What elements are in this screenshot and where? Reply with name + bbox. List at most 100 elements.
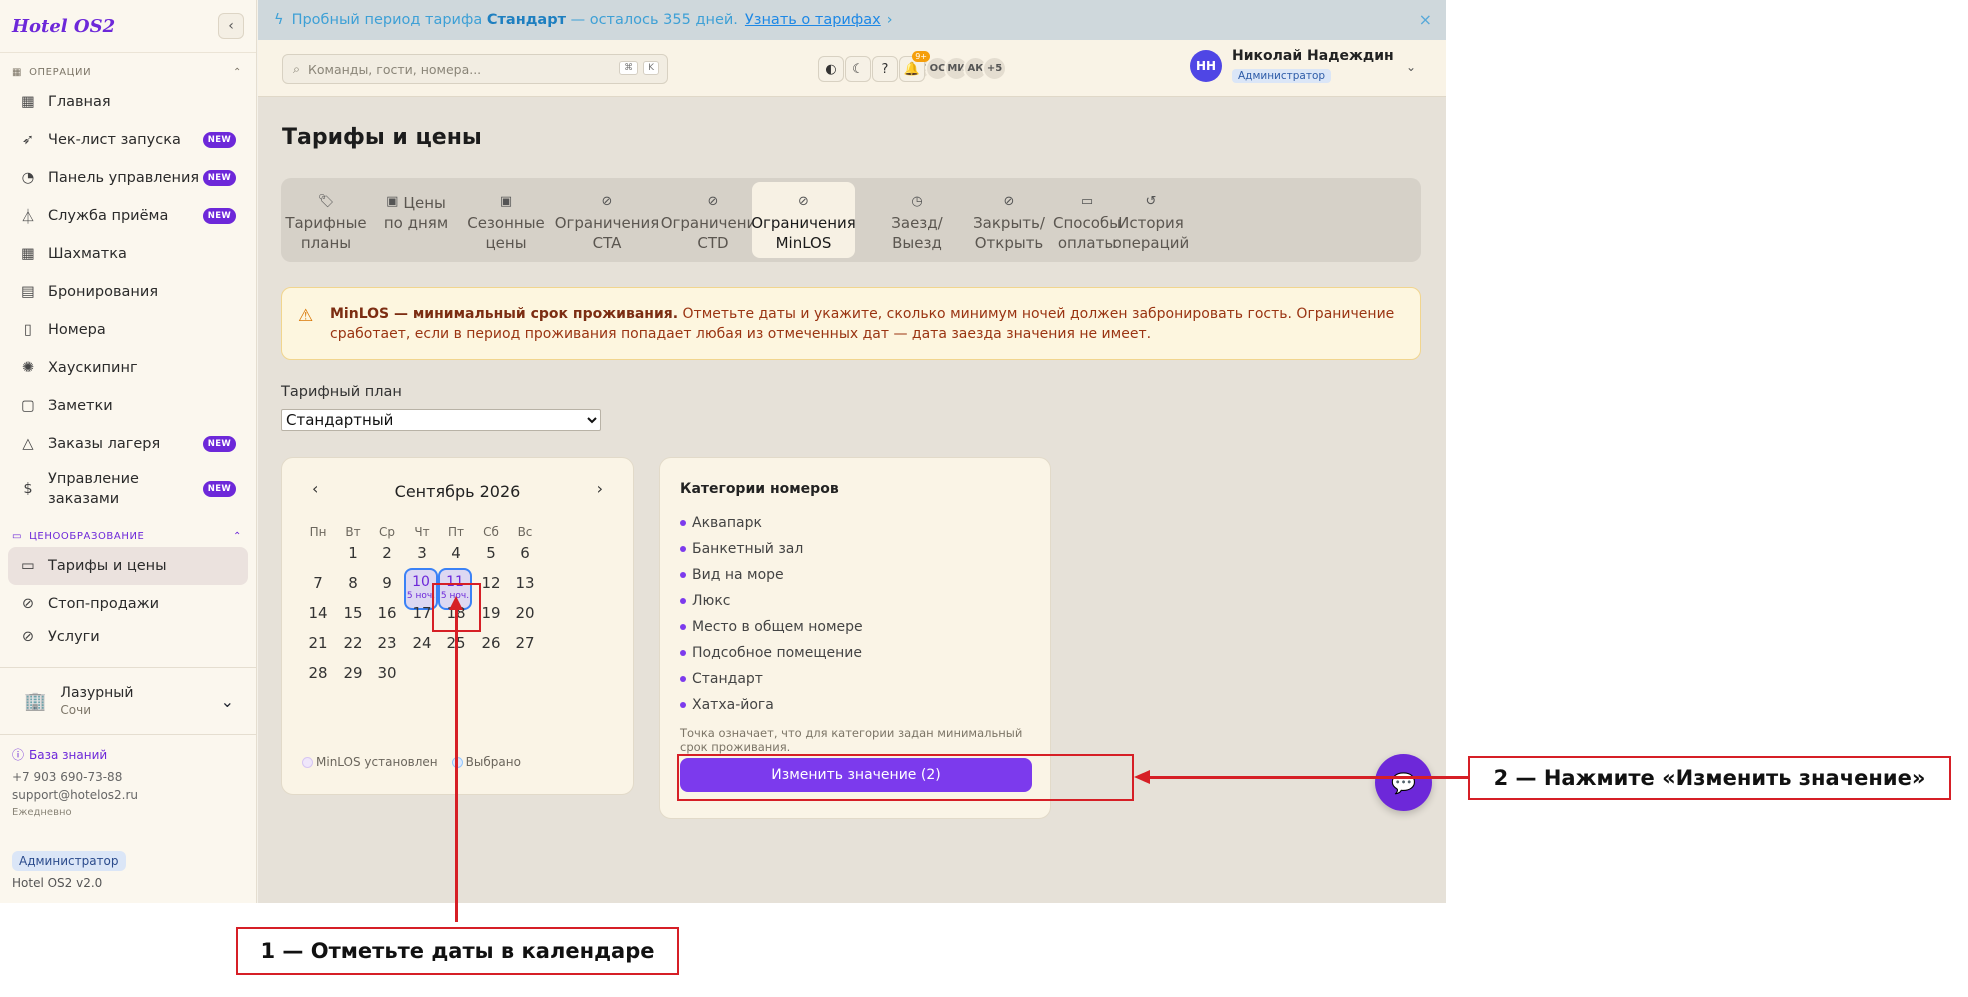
category-item: Место в общем номере	[680, 614, 863, 640]
tabs-bar: 🏷 Тарифные планы ▣ Цены по дням ▣ Сезонные цены ⊘…	[281, 178, 1421, 262]
note-icon: ▢	[21, 398, 35, 414]
palette-icon[interactable]: ◐	[818, 56, 844, 82]
new-badge: NEW	[202, 436, 236, 452]
categories-note: Точка означает, что для категории задан …	[680, 726, 1023, 754]
chevron-down-icon: ⌄	[220, 691, 234, 711]
close-banner-button[interactable]: ×	[1419, 10, 1432, 29]
ban-icon: ⊘	[798, 194, 809, 209]
category-item: Аквапарк	[680, 510, 863, 536]
dollar-icon: $	[23, 481, 33, 497]
card-icon: ▭	[1080, 194, 1094, 209]
card-icon: ▭	[12, 530, 23, 542]
collapse-sidebar-button[interactable]: ‹	[218, 13, 244, 39]
sidebar: Hotel OS2 ‹ ▦ ОПЕРАЦИИ ⌃ ▦ Главная ➶ Чек-лис…	[0, 0, 257, 903]
new-badge: NEW	[202, 481, 236, 497]
section-operations[interactable]: ▦ ОПЕРАЦИИ ⌃	[0, 61, 256, 83]
calendar-icon: ▣	[499, 194, 513, 209]
sidebar-item-2[interactable]: ➶ Чек-лист запуска NEW	[0, 121, 256, 159]
tab-1[interactable]: 🏷 Тарифные планы	[285, 182, 367, 258]
sidebar-header: Hotel OS2 ‹	[0, 0, 256, 53]
tab-5[interactable]: ⊘ Ограничения CTD	[661, 182, 766, 258]
sidebar-item-7[interactable]: ▯ Номера	[0, 311, 256, 349]
tent-icon: △	[22, 436, 34, 452]
new-badge: NEW	[202, 132, 236, 148]
sidebar-item-11[interactable]: $ Управление заказами NEW	[0, 463, 256, 515]
calendar-day[interactable]: 30	[367, 656, 407, 692]
category-item: Хатха-йога	[680, 692, 863, 718]
app-logo: Hotel OS2	[12, 15, 116, 37]
search-input[interactable]: ⌕ Команды, гости, номера... ⌘ K	[282, 54, 668, 84]
tab-3[interactable]: ▣ Сезонные цены	[464, 182, 548, 258]
chevron-down-icon[interactable]: ⌄	[1406, 60, 1416, 74]
chat-icon: 💬	[1391, 770, 1416, 795]
gauge-icon: ◔	[21, 170, 35, 186]
arrowhead-1	[449, 596, 463, 610]
hotel-switcher[interactable]: 🏢 Лазурный Сочи ⌄	[0, 667, 256, 735]
tab-2[interactable]: ▣ Цены по дням	[375, 182, 457, 258]
category-item: Подсобное помещение	[680, 640, 863, 666]
bell-icon[interactable]: 🔔 9+	[899, 51, 930, 82]
grid-icon: ▦	[12, 66, 23, 78]
user-menu[interactable]: НН Николай Надеждин Администратор	[1190, 48, 1394, 83]
annotation-arrow-1	[455, 600, 458, 922]
bullet-dot	[680, 546, 686, 552]
sidebar-item-3[interactable]: ◔ Панель управления NEW	[0, 159, 256, 197]
calendar-day[interactable]: 27	[505, 626, 545, 662]
bullet-dot	[680, 520, 686, 526]
category-item: Люкс	[680, 588, 863, 614]
help-icon[interactable]: ?	[872, 56, 898, 82]
avatar-more[interactable]: +5	[982, 56, 1007, 81]
avatar: НН	[1190, 49, 1222, 82]
sidebar-item-1[interactable]: ▦ Главная	[0, 83, 256, 121]
ban-icon: ⊘	[21, 596, 35, 612]
sidebar-item-4[interactable]: ⏃ Служба приёма NEW	[0, 197, 256, 235]
tab-8[interactable]: ⊘ Закрыть/Открыть	[967, 182, 1051, 258]
bullet-dot	[680, 572, 686, 578]
knowledge-base-link[interactable]: ⓘ База знаний	[12, 746, 138, 764]
new-badge: NEW	[202, 170, 236, 186]
calendar-icon: ▣	[386, 194, 399, 209]
trial-banner: ϟ Пробный период тарифа Стандарт — остал…	[258, 0, 1446, 40]
next-month-button[interactable]: ›	[597, 479, 603, 498]
sidebar-item-10[interactable]: △ Заказы лагеря NEW	[0, 425, 256, 463]
category-item: Банкетный зал	[680, 536, 863, 562]
section-pricing[interactable]: ▭ ЦЕНООБРАЗОВАНИЕ ⌃	[0, 525, 256, 547]
clipboard-icon: ▤	[21, 284, 35, 300]
chevron-up-icon: ⌃	[233, 66, 242, 78]
help-icon: ⓘ	[12, 748, 25, 762]
warning-icon: ⚠	[298, 306, 314, 326]
tab-4[interactable]: ⊘ Ограничения CTA	[555, 182, 660, 258]
building-icon: 🏢	[24, 690, 47, 712]
tab-7[interactable]: ◷ Заезд/Выезд	[886, 182, 948, 258]
chevron-right-icon: ›	[886, 12, 893, 28]
sidebar-item-8[interactable]: ✺ Хаускипинг	[0, 349, 256, 387]
category-item: Стандарт	[680, 666, 863, 692]
sidebar-item-services[interactable]: ⊘ Услуги	[0, 623, 256, 647]
new-badge: NEW	[202, 208, 236, 224]
pricing-info-link[interactable]: Узнать о тарифах	[745, 12, 881, 28]
tab-6[interactable]: ⊘ Ограничения MinLOS	[751, 182, 856, 258]
sidebar-item-rates[interactable]: ▭ Тарифы и цены	[8, 547, 248, 585]
chat-button[interactable]: 💬	[1375, 754, 1432, 811]
sidebar-item-9[interactable]: ▢ Заметки	[0, 387, 256, 425]
bullet-dot	[680, 624, 686, 630]
tab-10[interactable]: ↺ История операций	[1109, 182, 1193, 258]
calendar-day[interactable]: 28	[298, 656, 338, 692]
support-email: support@hotelos2.ru	[12, 788, 139, 802]
search-icon: ⌕	[293, 61, 301, 76]
calendar-day[interactable]: 4	[436, 536, 476, 572]
history-icon: ↺	[1145, 194, 1157, 209]
top-header: ⌕ Команды, гости, номера... ⌘K ИС ОС МИ …	[258, 40, 1446, 97]
sidebar-item-6[interactable]: ▤ Бронирования	[0, 273, 256, 311]
sidebar-item-stop-sales[interactable]: ⊘ Стоп-продажи	[0, 585, 256, 623]
ban-icon: ⊘	[21, 629, 35, 645]
support-info: ⓘ База знаний +7 903 690-73-88 support@ho…	[12, 746, 138, 822]
tag-icon: 🏷	[317, 194, 335, 209]
app-version: Hotel OS2 v2.0	[12, 876, 103, 890]
category-item: Вид на море	[680, 562, 863, 588]
moon-icon[interactable]: ☾	[845, 56, 871, 82]
annotation-step-2: 2 — Нажмите «Изменить значение»	[1468, 756, 1951, 800]
sidebar-item-5[interactable]: ▦ Шахматка	[0, 235, 256, 273]
rate-plan-select[interactable]: Стандартный	[281, 409, 601, 431]
arrowhead-2	[1134, 770, 1150, 784]
